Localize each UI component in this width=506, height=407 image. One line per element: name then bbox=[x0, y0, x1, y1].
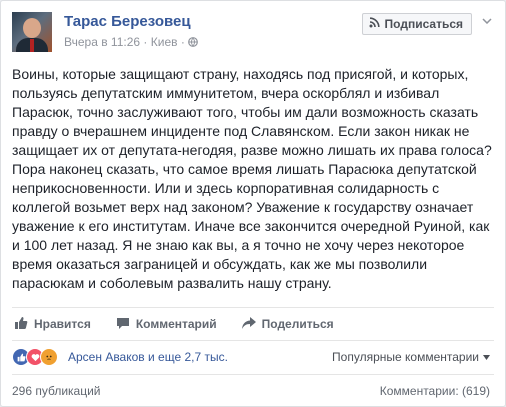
comments-count[interactable]: Комментарии: (619) bbox=[380, 384, 490, 398]
post-meta: Вчера в 11:26 · Киев · bbox=[64, 35, 199, 49]
like-button[interactable]: Нравится bbox=[14, 316, 91, 333]
post-text: Воины, которые защищают страну, находясь… bbox=[12, 66, 492, 291]
shares-count[interactable]: 296 публикаций bbox=[12, 384, 101, 398]
reactors-summary[interactable]: Арсен Аваков и еще 2,7 тыс. bbox=[68, 350, 228, 364]
chevron-down-icon[interactable] bbox=[480, 14, 494, 28]
share-label: Поделиться bbox=[261, 317, 334, 331]
globe-icon bbox=[188, 35, 199, 49]
comment-sort-label: Популярные комментарии bbox=[332, 350, 479, 364]
share-button[interactable]: Поделиться bbox=[241, 316, 334, 333]
post-card: Тарас Березовец Вчера в 11:26 · Киев · П… bbox=[0, 0, 506, 407]
post-header: Тарас Березовец Вчера в 11:26 · Киев · П… bbox=[12, 12, 494, 56]
timestamp[interactable]: Вчера в 11:26 bbox=[64, 35, 140, 49]
rss-icon bbox=[369, 17, 380, 31]
comment-label: Комментарий bbox=[135, 317, 217, 331]
caret-down-icon bbox=[483, 354, 490, 360]
avatar[interactable] bbox=[12, 12, 52, 52]
location[interactable]: Киев bbox=[151, 35, 178, 49]
share-icon bbox=[241, 316, 256, 333]
author-name[interactable]: Тарас Березовец bbox=[64, 13, 191, 30]
action-bar: Нравится Комментарий Поделиться bbox=[12, 307, 494, 340]
post-footer: 296 публикаций Комментарии: (619) bbox=[12, 374, 494, 407]
comment-icon bbox=[116, 316, 130, 333]
comment-sort-dropdown[interactable]: Популярные комментарии bbox=[332, 350, 490, 364]
comment-button[interactable]: Комментарий bbox=[116, 316, 217, 333]
subscribe-label: Подписаться bbox=[384, 17, 463, 31]
like-label: Нравится bbox=[34, 317, 91, 331]
reaction-icons[interactable] bbox=[12, 348, 58, 366]
thumbs-up-icon bbox=[14, 316, 28, 333]
subscribe-button[interactable]: Подписаться bbox=[361, 13, 472, 35]
reactions-bar: Арсен Аваков и еще 2,7 тыс. Популярные к… bbox=[12, 340, 494, 373]
angry-reaction-icon bbox=[40, 348, 58, 366]
separator: · bbox=[143, 35, 151, 49]
